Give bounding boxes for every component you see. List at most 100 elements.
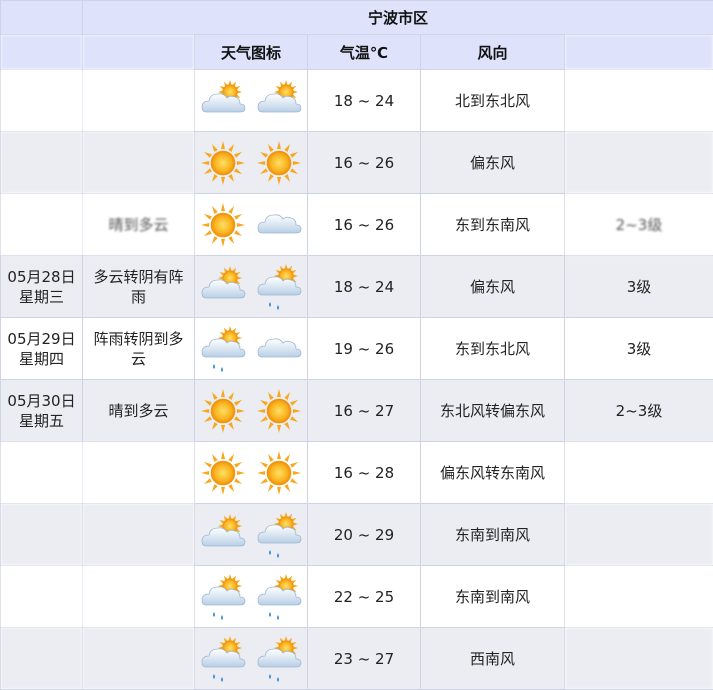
partly-cloudy-icon (201, 265, 246, 298)
weather-desc (82, 441, 195, 504)
temp-cell: 22 ~ 25 (307, 565, 421, 628)
forecast-row: 18 ~ 24 北到东北风 (0, 69, 713, 132)
date-cell (0, 131, 83, 194)
wind-force-cell: 3级 (564, 255, 713, 318)
forecast-row: 23 ~ 27 西南风 (0, 627, 713, 690)
forecast-row: 20 ~ 29 东南到南风 (0, 503, 713, 566)
header-wind-dir: 风向 (420, 34, 565, 70)
wind-force-cell: 2~3级 (564, 379, 713, 442)
wind-dir-cell: 东到东南风 (420, 193, 565, 256)
date-cell (0, 503, 83, 566)
temp-cell: 18 ~ 24 (307, 255, 421, 318)
sun-icon (201, 202, 245, 247)
wind-force-cell (564, 565, 713, 628)
wind-dir-cell: 东北风转偏东风 (420, 379, 565, 442)
date-cell (0, 565, 83, 628)
temp-cell: 20 ~ 29 (307, 503, 421, 566)
header-date (0, 34, 83, 70)
wind-force-cell: 3级 (564, 317, 713, 380)
forecast-table: 宁波市区 天气图标 气温℃ 风向 18 ~ 24 北到东北风 16 ~ 26 偏东风晴… (0, 0, 713, 690)
cloudy-icon (257, 213, 302, 233)
icon-cell (194, 69, 308, 132)
wind-dir-cell: 东到东北风 (420, 317, 565, 380)
shower-icon (257, 263, 302, 310)
temp-cell: 18 ~ 24 (307, 69, 421, 132)
sun-icon (201, 388, 245, 433)
wind-force-cell (564, 503, 713, 566)
date-day: 05月28日 (7, 267, 76, 286)
shower-icon (201, 573, 246, 620)
wind-force-cell: 2~3级 (564, 193, 713, 256)
temp-cell: 23 ~ 27 (307, 627, 421, 690)
header-temp: 气温℃ (307, 34, 421, 70)
rain-icon (201, 325, 246, 372)
cloudy-icon (257, 337, 302, 357)
date-cell (0, 193, 83, 256)
forecast-row: 22 ~ 25 东南到南风 (0, 565, 713, 628)
weather-desc (82, 69, 195, 132)
partly-cloudy-icon (201, 79, 246, 112)
forecast-row: 05月29日 星期四 阵雨转阴到多云 19 ~ 26 东到东北风 3级 (0, 317, 713, 380)
sun-icon (201, 140, 245, 185)
icon-cell (194, 131, 308, 194)
icon-cell (194, 565, 308, 628)
icon-cell (194, 255, 308, 318)
date-day: 05月29日 (7, 329, 76, 348)
temp-cell: 16 ~ 26 (307, 193, 421, 256)
date-weekday: 星期五 (18, 411, 64, 430)
icon-cell (194, 317, 308, 380)
forecast-row: 16 ~ 26 偏东风 (0, 131, 713, 194)
temp-cell: 16 ~ 28 (307, 441, 421, 504)
header-icon: 天气图标 (194, 34, 308, 70)
header-wind-force (564, 34, 713, 70)
sun-icon (201, 450, 245, 495)
wind-dir-cell: 北到东北风 (420, 69, 565, 132)
date-cell: 05月30日 星期五 (0, 379, 83, 442)
partly-cloudy-icon (257, 79, 302, 112)
date-day: 05月30日 (7, 391, 76, 410)
date-cell (0, 69, 83, 132)
weather-desc (82, 503, 195, 566)
temp-cell: 19 ~ 26 (307, 317, 421, 380)
weather-desc: 阵雨转阴到多云 (82, 317, 195, 380)
date-weekday: 星期四 (18, 349, 64, 368)
forecast-row: 05月30日 星期五 晴到多云 16 ~ 27 东北风转偏东风 2~3级 (0, 379, 713, 442)
sun-icon (257, 450, 301, 495)
sun-icon (257, 388, 301, 433)
weather-desc: 多云转阴有阵雨 (82, 255, 195, 318)
sun-icon (257, 140, 301, 185)
temp-cell: 16 ~ 26 (307, 131, 421, 194)
icon-cell (194, 193, 308, 256)
weather-desc: 晴到多云 (82, 379, 195, 442)
weather-desc: 晴到多云 (82, 193, 195, 256)
wind-force-cell (564, 131, 713, 194)
region-title: 宁波市区 (82, 0, 713, 35)
icon-cell (194, 503, 308, 566)
weather-desc (82, 565, 195, 628)
date-weekday: 星期三 (18, 287, 64, 306)
partly-cloudy-icon (201, 513, 246, 546)
date-cell (0, 627, 83, 690)
wind-dir-cell: 偏东风 (420, 131, 565, 194)
wind-dir-cell: 偏东风 (420, 255, 565, 318)
weather-desc (82, 627, 195, 690)
wind-force-cell (564, 441, 713, 504)
date-cell (0, 441, 83, 504)
date-cell: 05月28日 星期三 (0, 255, 83, 318)
shower-icon (257, 511, 302, 558)
forecast-row: 16 ~ 28 偏东风转东南风 (0, 441, 713, 504)
wind-dir-cell: 西南风 (420, 627, 565, 690)
header-weather (82, 34, 195, 70)
wind-force-cell (564, 69, 713, 132)
forecast-row: 05月28日 星期三 多云转阴有阵雨 18 ~ 24 偏东风 3级 (0, 255, 713, 318)
weather-desc (82, 131, 195, 194)
rain-icon (257, 635, 302, 682)
wind-dir-cell: 东南到南风 (420, 565, 565, 628)
rain-icon (201, 635, 246, 682)
forecast-row: 晴到多云 16 ~ 26 东到东南风 2~3级 (0, 193, 713, 256)
header-blank (0, 0, 83, 35)
date-cell: 05月29日 星期四 (0, 317, 83, 380)
shower-icon (257, 573, 302, 620)
icon-cell (194, 441, 308, 504)
wind-dir-cell: 东南到南风 (420, 503, 565, 566)
